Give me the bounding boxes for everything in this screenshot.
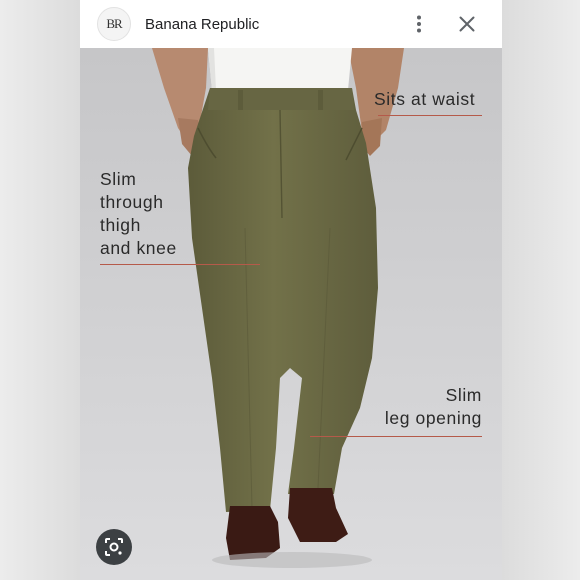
- more-options-button[interactable]: [404, 9, 434, 39]
- viewer-header: BR Banana Republic: [80, 0, 502, 48]
- kebab-vertical-icon: [417, 15, 421, 33]
- close-button[interactable]: [452, 9, 482, 39]
- callout-waist-line: [378, 115, 482, 116]
- callout-leg-line: [310, 436, 482, 437]
- callout-thigh-line3: thigh: [100, 215, 141, 235]
- right-backdrop: [502, 0, 580, 580]
- left-backdrop: [0, 0, 80, 580]
- google-lens-button[interactable]: [96, 529, 132, 565]
- callout-thigh: Slim through thigh and knee: [100, 168, 177, 260]
- brand-name[interactable]: Banana Republic: [145, 16, 404, 33]
- callout-waist: Sits at waist: [374, 88, 475, 111]
- close-icon: [459, 16, 475, 32]
- product-photo: [80, 48, 502, 580]
- callout-waist-text: Sits at waist: [374, 89, 476, 109]
- image-viewer-card: BR Banana Republic Sits at waist Slim th…: [80, 0, 502, 580]
- callout-thigh-line2: through: [100, 192, 164, 212]
- left-shoe: [226, 506, 280, 560]
- callout-thigh-line4: and knee: [100, 238, 177, 258]
- callout-leg-line2: leg opening: [384, 408, 482, 428]
- brand-logo[interactable]: BR: [97, 7, 131, 41]
- shirt: [208, 48, 352, 90]
- callout-leg-line1: Slim: [445, 385, 482, 405]
- callout-thigh-line: [100, 264, 260, 265]
- callout-leg: Slim leg opening: [385, 384, 482, 430]
- callout-thigh-line1: Slim: [100, 169, 137, 189]
- google-lens-icon: [105, 538, 123, 556]
